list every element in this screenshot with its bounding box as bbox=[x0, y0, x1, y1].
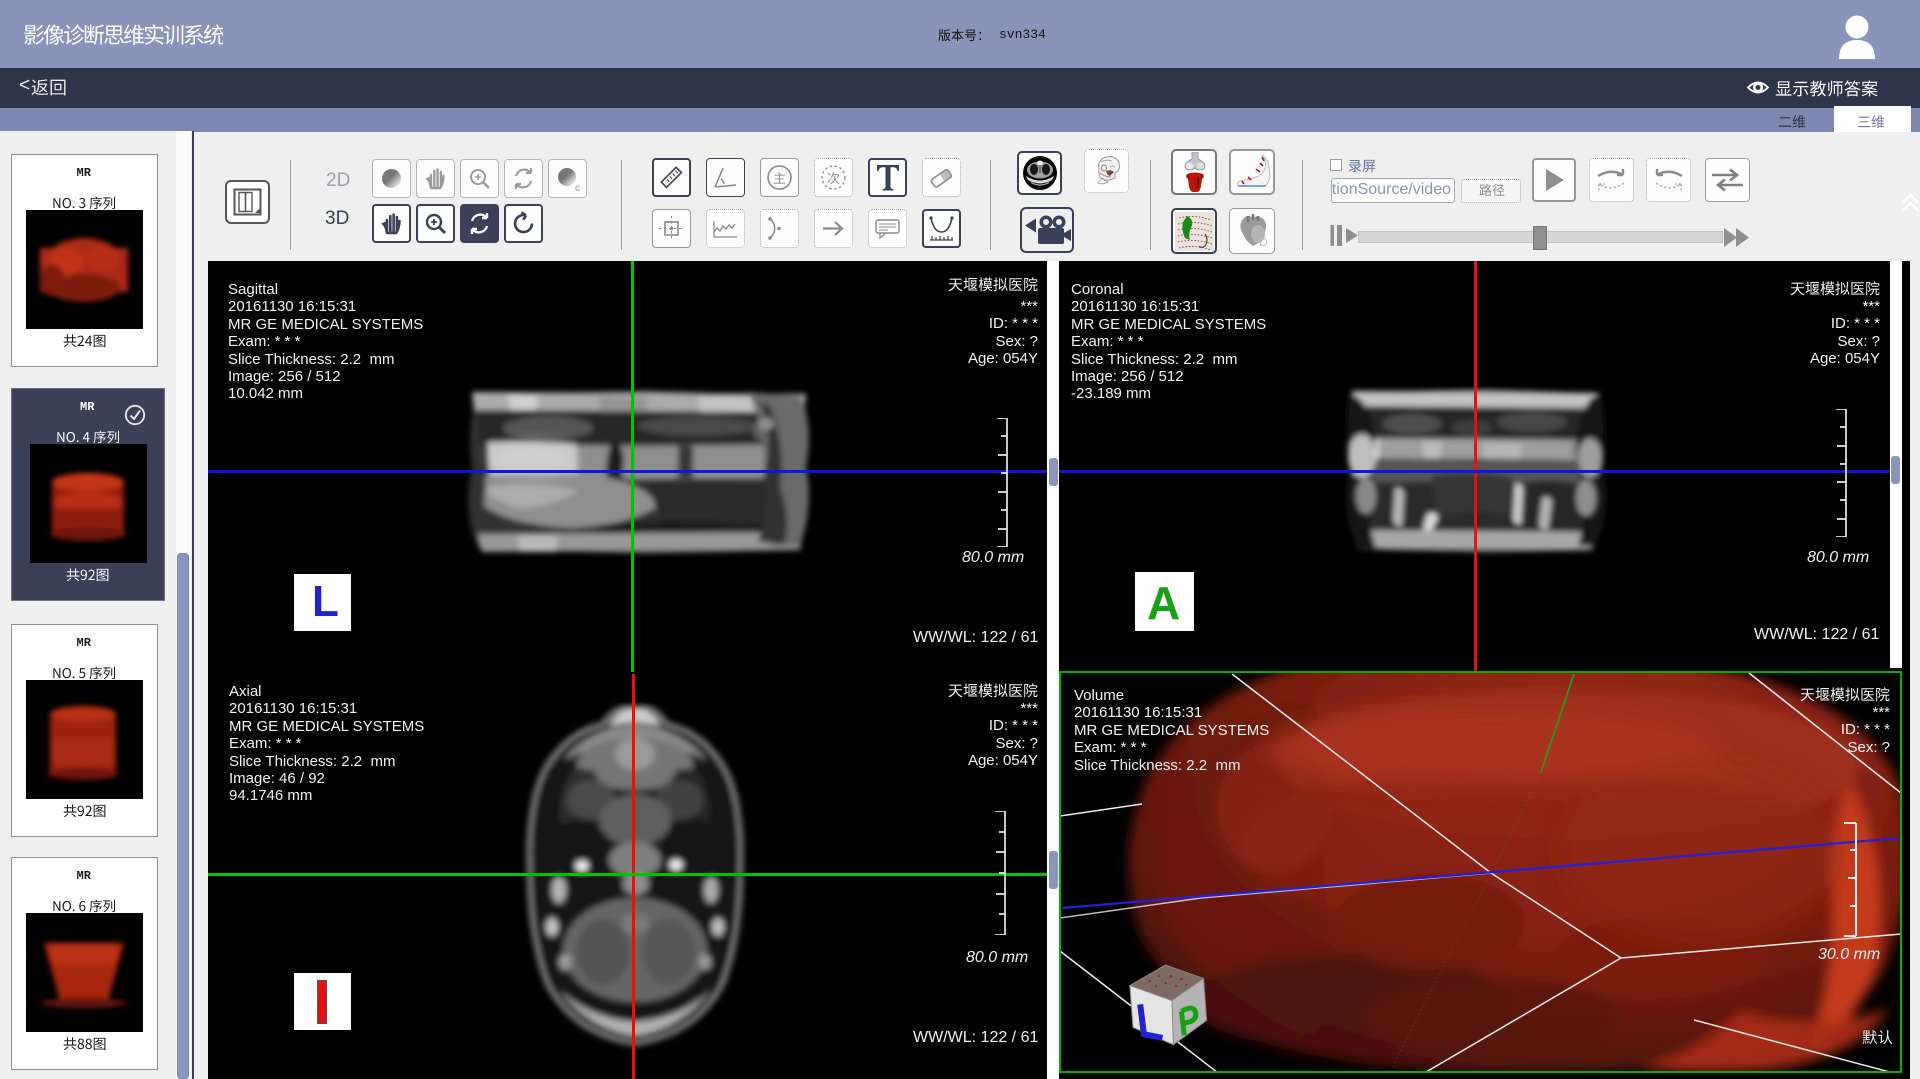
svg-text:c: c bbox=[575, 183, 580, 193]
svg-text:D: D bbox=[1259, 235, 1268, 249]
